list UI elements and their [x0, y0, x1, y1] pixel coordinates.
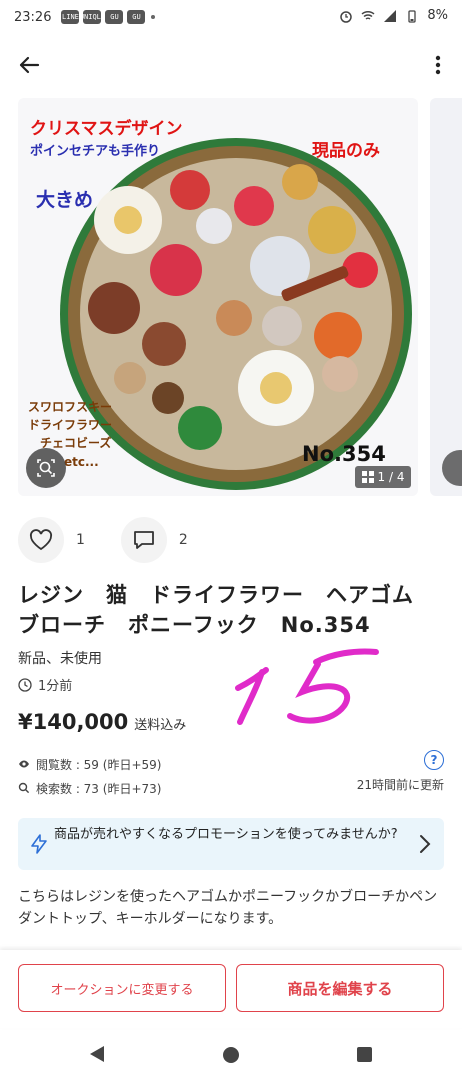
page-indicator: 1 / 4 — [355, 466, 411, 488]
image-text-number: No.354 — [302, 442, 386, 466]
status-bar: 23:26 LINE UNIQLO GU GU 8% — [0, 0, 462, 34]
product-price: ¥140,000 — [18, 710, 129, 734]
chevron-right-icon — [420, 835, 431, 853]
more-notifications-dot — [151, 15, 156, 19]
search-icon — [18, 782, 30, 794]
wifi-icon — [361, 10, 375, 20]
bottom-action-bar: オークションに変更する 商品を編集する — [0, 950, 462, 1028]
shipping-included: 送料込み — [134, 718, 187, 733]
handwritten-number: 15 — [235, 648, 379, 725]
system-nav-bar — [0, 1030, 462, 1080]
image-text-christmas: クリスマスデザイン — [30, 119, 183, 139]
searches-text: 検索数 : 73 (昨日+73) — [36, 781, 162, 796]
views-row: 閲覧数 : 59 (昨日+59) — [18, 752, 161, 776]
promotion-text: 商品が売れやすくなるプロモーションを使ってみませんか? — [54, 827, 398, 842]
product-title: レジン 猫 ドライフラワー ヘアゴム ブローチ ポニーフック No.354 — [18, 583, 436, 637]
uniqlo-icon: UNIQLO — [80, 10, 105, 24]
notification-icons: LINE UNIQLO GU GU — [61, 10, 146, 24]
posted-time-text: 1分前 — [38, 679, 73, 694]
comment-count: 2 — [178, 532, 188, 548]
image-text-in-stock: 現品のみ — [312, 141, 380, 161]
comment-icon — [134, 531, 154, 549]
more-vert-icon[interactable] — [432, 50, 444, 80]
price-row: ¥140,000 送料込み — [18, 710, 186, 734]
clock-icon — [18, 677, 32, 692]
back-arrow-icon[interactable] — [14, 50, 44, 80]
image-text-large: 大きめ — [36, 189, 94, 211]
like-count: 1 — [76, 532, 85, 548]
signal-icon — [384, 9, 397, 22]
help-icon[interactable]: ? — [424, 750, 444, 770]
lightning-icon — [31, 834, 47, 854]
status-time: 23:26 — [14, 9, 52, 25]
image-text-etc: etc... — [64, 455, 99, 469]
page-indicator-text: 1 / 4 — [377, 470, 405, 484]
gu-icon-2: GU — [127, 10, 146, 24]
updated-time: 21時間前に更新 — [356, 778, 444, 792]
next-zoom-icon — [442, 450, 462, 486]
like-button[interactable] — [18, 517, 64, 563]
searches-row: 検索数 : 73 (昨日+73) — [18, 776, 161, 800]
product-condition: 新品、未使用 — [18, 651, 102, 667]
posted-time: 1分前 — [18, 675, 72, 694]
top-bar — [0, 42, 462, 88]
eye-icon — [19, 760, 29, 768]
views-text: 閲覧数 : 59 (昨日+59) — [36, 757, 162, 772]
nav-home-icon[interactable] — [223, 1047, 239, 1063]
alarm-icon — [340, 10, 353, 23]
engagement-actions: 1 2 — [18, 516, 224, 564]
status-right: 8% — [339, 8, 448, 23]
gallery-grid-icon — [361, 471, 374, 483]
next-image-thumbnail[interactable] — [430, 98, 462, 496]
promotion-banner[interactable]: 商品が売れやすくなるプロモーションを使ってみませんか? — [18, 818, 444, 870]
battery-icon — [408, 9, 417, 23]
edit-item-button[interactable]: 商品を編集する — [236, 964, 444, 1012]
comment-button[interactable] — [120, 517, 167, 563]
image-text-dried-flower: ドライフラワー — [28, 418, 113, 432]
heart-icon — [29, 529, 53, 551]
zoom-glyph — [37, 459, 55, 477]
line-icon: LINE — [61, 10, 80, 24]
listing-stats: 閲覧数 : 59 (昨日+59) 検索数 : 73 (昨日+73) — [18, 752, 161, 800]
change-to-auction-button[interactable]: オークションに変更する — [18, 964, 226, 1012]
zoom-icon[interactable] — [26, 448, 66, 488]
gu-icon: GU — [105, 10, 124, 24]
image-text-poinsettia: ポインセチアも手作り — [30, 144, 161, 159]
image-text-swarovski: スワロフスキー — [28, 400, 113, 414]
product-description: こちらはレジンを使ったヘアゴムかポニーフックかブローチかペンダントトップ、キーホ… — [18, 889, 438, 927]
nav-recents-icon[interactable] — [357, 1047, 372, 1062]
battery-level: 8% — [427, 8, 448, 23]
nav-back-icon[interactable] — [90, 1046, 104, 1062]
